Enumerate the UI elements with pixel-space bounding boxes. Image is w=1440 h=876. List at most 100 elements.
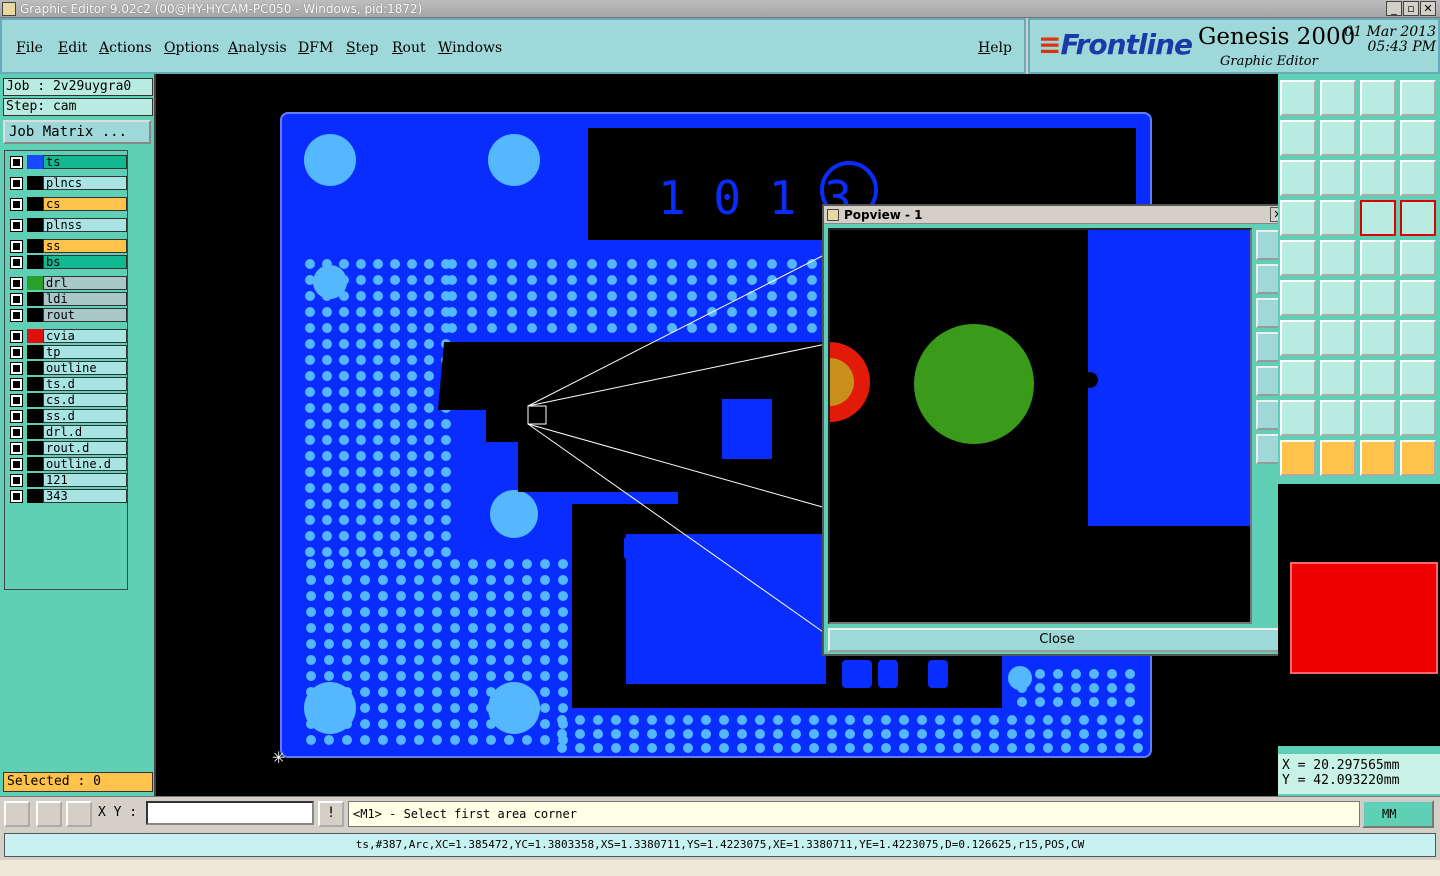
layer-row-121[interactable]: 121	[9, 473, 127, 487]
pan-right-icon[interactable]	[1320, 120, 1356, 156]
layer-row-ss[interactable]: ss	[9, 239, 127, 253]
measure-icon[interactable]	[1360, 360, 1396, 396]
menu-actions[interactable]: Actions	[99, 40, 152, 56]
layer-row-ss-d[interactable]: ss.d	[9, 409, 127, 423]
minimize-icon[interactable]: _	[1386, 1, 1402, 16]
layer-row-ldi[interactable]: ldi	[9, 292, 127, 306]
layer-row-tp[interactable]: tp	[9, 345, 127, 359]
menu-file[interactable]: File	[16, 40, 43, 56]
rotate-icon[interactable]	[1360, 120, 1396, 156]
layer-checkbox[interactable]	[10, 410, 23, 423]
layer-row-drl-d[interactable]: drl.d	[9, 425, 127, 439]
route-icon[interactable]	[1400, 440, 1436, 476]
layer-row-plnss[interactable]: plnss	[9, 218, 127, 232]
layer-row-cvia[interactable]: cvia	[9, 329, 127, 343]
help-icon[interactable]	[1400, 160, 1436, 196]
zoom-area-icon[interactable]	[4, 801, 30, 827]
layer-row-outline-d[interactable]: outline.d	[9, 457, 127, 471]
split-icon[interactable]	[1400, 320, 1436, 356]
connect-icon[interactable]	[1360, 280, 1396, 316]
circle-icon[interactable]	[1400, 240, 1436, 276]
layer-checkbox[interactable]	[10, 426, 23, 439]
popview-title-bar[interactable]: Popview - 1 ✕	[824, 206, 1288, 224]
ruler-icon[interactable]	[1360, 240, 1396, 276]
s-curve-icon[interactable]	[1400, 120, 1436, 156]
triangle4-icon[interactable]	[1400, 400, 1436, 436]
layer-checkbox[interactable]	[10, 490, 23, 503]
curve-icon[interactable]	[1280, 360, 1316, 396]
hline-icon[interactable]	[1320, 360, 1356, 396]
triangle-icon[interactable]	[1280, 400, 1316, 436]
menu-options[interactable]: Options	[164, 40, 219, 56]
home-icon[interactable]	[1280, 80, 1316, 116]
menu-rout[interactable]: Rout	[392, 40, 426, 56]
node-icon[interactable]	[1400, 280, 1436, 316]
house-icon[interactable]	[1360, 80, 1396, 116]
layer-checkbox[interactable]	[10, 240, 23, 253]
xy-input[interactable]	[146, 801, 314, 825]
line-red-icon[interactable]	[1320, 240, 1356, 276]
layer-red2-icon[interactable]	[1400, 200, 1436, 236]
arrow-icon[interactable]	[1360, 440, 1396, 476]
layer-row-bs[interactable]: bs	[9, 255, 127, 269]
layer-checkbox[interactable]	[10, 156, 23, 169]
layer-row-343[interactable]: 343	[9, 489, 127, 503]
pad-icon[interactable]	[1280, 240, 1316, 276]
layer-checkbox[interactable]	[10, 309, 23, 322]
select-blue-icon[interactable]	[1280, 280, 1316, 316]
popview-canvas[interactable]	[828, 228, 1252, 624]
triangle2-icon[interactable]	[1320, 400, 1356, 436]
pan-left-icon[interactable]	[1280, 120, 1316, 156]
layer-checkbox[interactable]	[10, 362, 23, 375]
layer-row-ts-d[interactable]: ts.d	[9, 377, 127, 391]
layer-checkbox[interactable]	[10, 346, 23, 359]
layer-checkbox[interactable]	[10, 277, 23, 290]
layer-checkbox[interactable]	[10, 293, 23, 306]
menu-windows[interactable]: Windows	[438, 40, 502, 56]
measure-icon[interactable]	[36, 801, 62, 827]
layer-checkbox[interactable]	[10, 256, 23, 269]
layer-row-cs[interactable]: cs	[9, 197, 127, 211]
center-icon[interactable]	[1320, 160, 1356, 196]
menu-analysis[interactable]: Analysis	[228, 40, 287, 56]
layer-row-rout[interactable]: rout	[9, 308, 127, 322]
snap-grid-icon[interactable]	[1320, 200, 1356, 236]
layer-row-plncs[interactable]: plncs	[9, 176, 127, 190]
menu-edit[interactable]: Edit	[58, 40, 87, 56]
shapes-icon[interactable]	[1400, 360, 1436, 396]
alert-icon[interactable]: !	[318, 801, 344, 827]
scale-1-2-icon[interactable]	[1360, 160, 1396, 196]
layer-checkbox[interactable]	[10, 198, 23, 211]
layer-checkbox[interactable]	[10, 378, 23, 391]
layer-checkbox[interactable]	[10, 474, 23, 487]
fit-all-icon[interactable]	[1280, 160, 1316, 196]
overview-window[interactable]	[1278, 484, 1440, 746]
menu-help[interactable]: Help	[978, 40, 1012, 56]
slash-icon[interactable]	[1320, 320, 1356, 356]
layer-red-icon[interactable]	[1360, 200, 1396, 236]
arc-icon[interactable]	[1360, 320, 1396, 356]
job-matrix-button[interactable]: Job Matrix ...	[3, 120, 151, 144]
triangle3-icon[interactable]	[1360, 400, 1396, 436]
line-icon[interactable]	[1280, 320, 1316, 356]
maximize-icon[interactable]: ▫	[1403, 1, 1419, 16]
cross-icon[interactable]	[1320, 280, 1356, 316]
layer-row-cs-d[interactable]: cs.d	[9, 393, 127, 407]
popview-window[interactable]: Popview - 1 ✕ Close	[822, 204, 1290, 656]
layer-checkbox[interactable]	[10, 394, 23, 407]
select-pointer-icon[interactable]	[1320, 440, 1356, 476]
layer-checkbox[interactable]	[10, 177, 23, 190]
menu-dfm[interactable]: DFM	[298, 40, 333, 56]
grid-icon[interactable]	[1280, 200, 1316, 236]
layer-checkbox[interactable]	[10, 330, 23, 343]
layer-row-ts[interactable]: ts	[9, 155, 127, 169]
pointer-icon[interactable]	[1280, 440, 1316, 476]
units-select[interactable]: MM	[1362, 800, 1434, 828]
zoom-fit-icon[interactable]	[1320, 80, 1356, 116]
layer-checkbox[interactable]	[10, 458, 23, 471]
popview-close-button[interactable]: Close	[828, 628, 1286, 652]
close-icon[interactable]: ✕	[1420, 1, 1436, 16]
layer-row-drl[interactable]: drl	[9, 276, 127, 290]
layer-row-rout-d[interactable]: rout.d	[9, 441, 127, 455]
split-view-icon[interactable]	[1400, 80, 1436, 116]
